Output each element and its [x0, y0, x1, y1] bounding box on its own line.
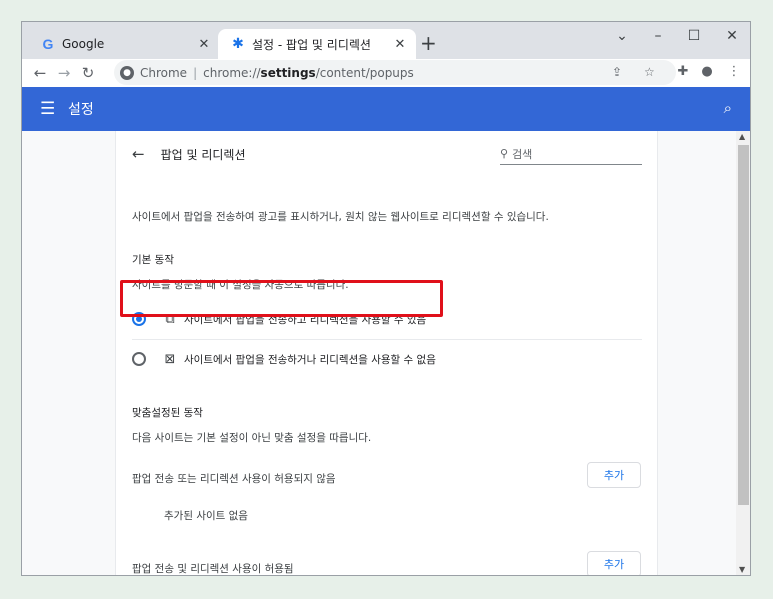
scrollbar-thumb[interactable]	[738, 145, 749, 505]
tab-strip: G Google ✕ ✱ 설정 - 팝업 및 리디렉션 ✕ + ⌄ – ☐ ✕	[22, 22, 750, 59]
close-tab-icon[interactable]: ✕	[390, 37, 410, 52]
scroll-up-arrow-icon[interactable]: ▲	[739, 132, 745, 141]
close-tab-icon[interactable]: ✕	[194, 37, 214, 52]
page-description: 사이트에서 팝업을 전송하여 광고를 표시하거나, 원치 않는 웹사이트로 리디…	[132, 211, 549, 223]
back-icon[interactable]: ←	[28, 64, 52, 82]
url-path: /content/popups	[315, 65, 414, 80]
default-behavior-heading: 기본 동작	[132, 254, 174, 266]
tab-search-icon[interactable]: ⌄	[608, 28, 636, 44]
toolbar: ← → ↻ ● Chrome | chrome:// settings /con…	[22, 59, 750, 87]
minimize-button[interactable]: –	[644, 28, 672, 44]
add-blocked-site-button[interactable]: 추가	[587, 462, 641, 488]
settings-card: ← 팝업 및 리디렉션 ⚲ 검색 사이트에서 팝업을 전송하여 광고를 표시하거…	[115, 131, 658, 575]
settings-content: ← 팝업 및 리디렉션 ⚲ 검색 사이트에서 팝업을 전송하여 광고를 표시하거…	[22, 131, 750, 575]
extensions-puzzle-icon[interactable]: ✚	[673, 64, 693, 79]
radio-block-popups[interactable]: ⊠ 사이트에서 팝업을 전송하거나 리디렉션을 사용할 수 없음	[132, 339, 640, 379]
radio-button-unchecked[interactable]	[132, 352, 146, 366]
url-scheme: chrome://	[203, 65, 261, 80]
custom-behavior-description: 다음 사이트는 기본 설정이 아닌 맞춤 설정을 따릅니다.	[132, 432, 372, 444]
settings-header: ☰ 설정 ⌕	[22, 87, 750, 131]
more-menu-icon[interactable]: ⋮	[724, 64, 744, 79]
new-tab-button[interactable]: +	[420, 33, 437, 53]
url-host: settings	[260, 65, 316, 80]
omnibox-separator: |	[193, 65, 198, 80]
popup-blocked-icon: ⊠	[164, 351, 176, 367]
allowed-list-label: 팝업 전송 및 리디렉션 사용이 허용됨	[132, 563, 294, 575]
chrome-label: Chrome	[140, 65, 188, 80]
share-icon[interactable]: ⇪	[612, 65, 622, 79]
address-bar[interactable]: ● Chrome | chrome:// settings /content/p…	[114, 60, 676, 85]
back-arrow-icon[interactable]: ←	[132, 145, 145, 163]
bookmark-star-icon[interactable]: ☆	[644, 65, 655, 79]
custom-behavior-heading: 맞춤설정된 동작	[132, 407, 203, 419]
tab-title: 설정 - 팝업 및 리디렉션	[252, 37, 371, 52]
option-block-label: 사이트에서 팝업을 전송하거나 리디렉션을 사용할 수 없음	[184, 353, 436, 366]
highlight-box	[120, 280, 443, 317]
search-placeholder: 검색	[512, 147, 533, 161]
profile-avatar-icon[interactable]: ●	[697, 64, 717, 79]
scrollbar[interactable]: ▲ ▼	[736, 131, 750, 575]
tab-title: Google	[62, 37, 105, 51]
search-field[interactable]: ⚲ 검색	[500, 143, 642, 165]
subpage-title: 팝업 및 리디렉션	[160, 147, 246, 162]
header-title: 설정	[68, 102, 94, 118]
hamburger-menu-icon[interactable]: ☰	[40, 99, 60, 119]
tab-google[interactable]: G Google ✕	[30, 29, 220, 59]
reload-icon[interactable]: ↻	[76, 64, 100, 82]
tab-settings[interactable]: ✱ 설정 - 팝업 및 리디렉션 ✕	[218, 29, 416, 59]
chrome-logo-icon: ●	[120, 65, 134, 80]
subpage-header: ← 팝업 및 리디렉션	[132, 145, 246, 163]
google-g-icon: G	[42, 36, 54, 52]
not-allowed-list-label: 팝업 전송 또는 리디렉션 사용이 허용되지 않음	[132, 473, 336, 485]
settings-gear-icon: ✱	[232, 36, 244, 52]
add-allowed-site-button[interactable]: 추가	[587, 551, 641, 575]
forward-icon[interactable]: →	[52, 64, 76, 82]
close-window-button[interactable]: ✕	[718, 28, 746, 44]
search-icon[interactable]: ⌕	[724, 99, 732, 117]
browser-window: G Google ✕ ✱ 설정 - 팝업 및 리디렉션 ✕ + ⌄ – ☐ ✕ …	[21, 21, 751, 576]
no-sites-added: 추가된 사이트 없음	[164, 510, 248, 522]
scroll-down-arrow-icon[interactable]: ▼	[739, 565, 745, 574]
search-icon: ⚲	[500, 147, 509, 160]
maximize-button[interactable]: ☐	[680, 28, 708, 44]
